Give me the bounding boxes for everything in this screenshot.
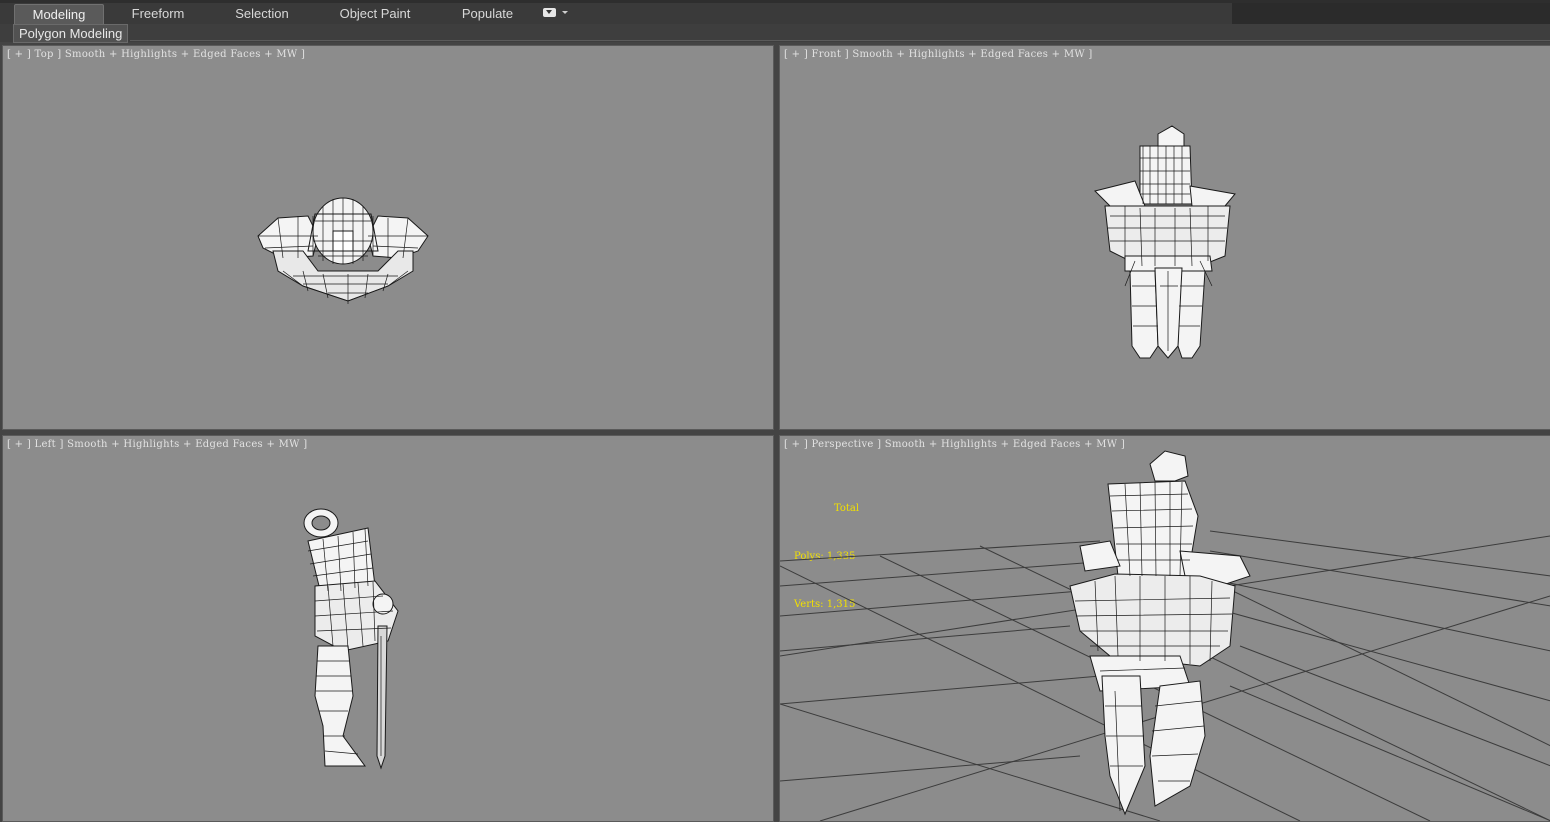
tab-freeform[interactable]: Freeform <box>118 4 198 23</box>
tab-selection[interactable]: Selection <box>222 4 302 23</box>
knight-model-left-view[interactable] <box>3 436 773 821</box>
chevron-down-icon[interactable] <box>562 11 568 14</box>
dropdown-menu-icon[interactable] <box>543 8 556 17</box>
tab-populate[interactable]: Populate <box>450 4 525 23</box>
panel-divider <box>130 40 1550 41</box>
ribbon-panel-bar: Polygon Modeling <box>0 24 1550 43</box>
ribbon-tab-bar: Modeling Freeform Selection Object Paint… <box>0 0 1550 25</box>
knight-model-front-view[interactable] <box>780 46 1550 429</box>
viewport-front[interactable]: [ + ] Front ] Smooth + Highlights + Edge… <box>779 45 1550 430</box>
tab-object-paint[interactable]: Object Paint <box>330 4 420 23</box>
knight-model-top-view[interactable] <box>3 46 773 429</box>
viewport-left[interactable]: [ + ] Left ] Smooth + Highlights + Edged… <box>2 435 774 822</box>
viewport-perspective[interactable]: [ + ] Perspective ] Smooth + Highlights … <box>779 435 1550 822</box>
viewport-top[interactable]: [ + ] Top ] Smooth + Highlights + Edged … <box>2 45 774 430</box>
tab-modeling[interactable]: Modeling <box>14 4 104 24</box>
ribbon-empty-area <box>1232 3 1550 24</box>
perspective-scene[interactable] <box>780 436 1550 821</box>
polygon-modeling-panel-button[interactable]: Polygon Modeling <box>13 24 129 43</box>
